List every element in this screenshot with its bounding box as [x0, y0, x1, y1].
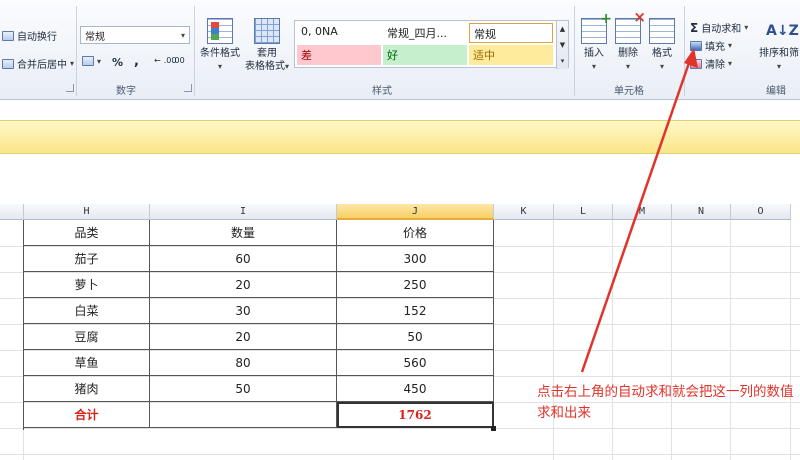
- arrow-head: [684, 48, 698, 68]
- arrow-shaft: [580, 59, 692, 373]
- annotation-text: 点击右上角的自动求和就会把这一列的数值求和出来: [537, 384, 794, 421]
